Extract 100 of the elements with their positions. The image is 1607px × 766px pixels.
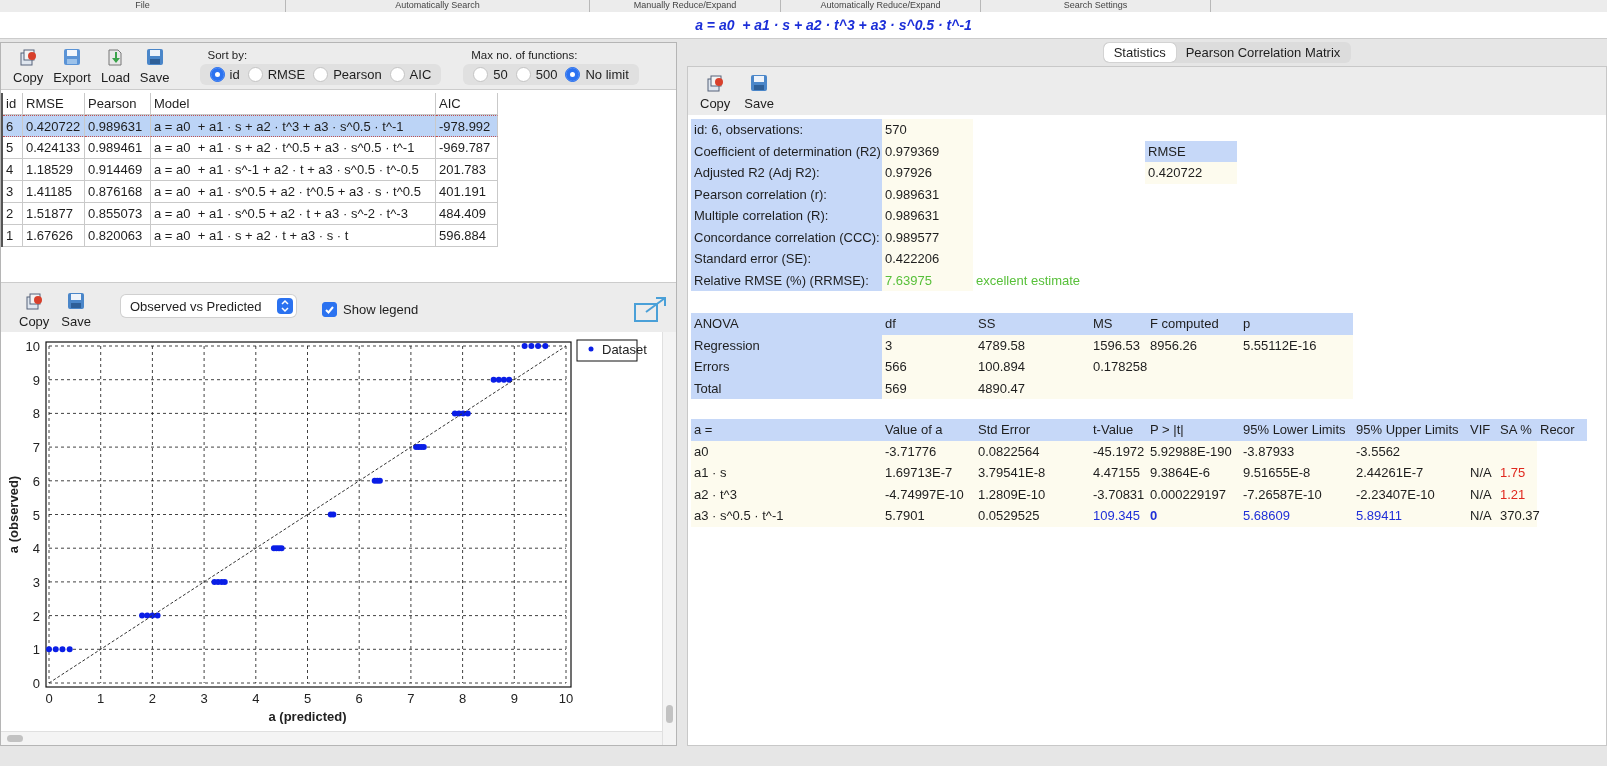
table-cell: 370.37 [1497,505,1537,527]
tick-label: 1 [32,642,40,658]
table-cell: 4789.58 [975,334,1090,356]
column-header: df [882,313,975,335]
table-cell: 1596.53 [1090,334,1147,356]
stat-value: 0.989631 [882,183,973,205]
tick-label: 0 [32,676,40,691]
tick-label: 7 [32,440,40,456]
column-header: a = [691,419,882,441]
table-cell: 5.89411 [1353,505,1467,527]
stat-label: Concordance correlation (CCC): [691,226,882,248]
tick-label: 6 [32,473,40,489]
column-header: Std Error [975,419,1090,441]
tick-label: 5 [303,691,312,706]
stat-note: excellent estimate [975,271,1082,290]
table-cell: 1.69713E-7 [882,462,975,484]
stat-label: id: 6, observations: [691,119,882,141]
column-header: Recor [1537,419,1587,441]
column-header: SA % [1497,419,1537,441]
column-header: Value of a [882,419,975,441]
tick-label: 6 [355,691,363,706]
table-cell: N/A [1467,483,1497,505]
group-label: Max no. of functions: [470,49,579,61]
row-label: a0 [691,440,882,462]
table-cell: N/A [1467,505,1497,527]
legend: Dataset [576,339,647,362]
table-cell: -3.71776 [882,440,975,462]
stat-value: 0.422206 [882,248,973,270]
stat-label: Multiple correlation (R): [691,205,882,227]
tick-label: 3 [32,574,40,590]
stat-value: 0.989631 [882,205,973,227]
column-header: SS [975,313,1090,335]
tick-label: 2 [148,691,156,706]
table-cell: 5.68609 [1240,505,1353,527]
tick-label: 4 [252,691,260,706]
table-cell: 0.178258 [1090,356,1147,378]
tick-label: 10 [558,691,574,706]
tick-label: 2 [32,608,40,624]
table-cell: -4.74997E-10 [882,483,975,505]
tick-label: 5 [32,507,40,523]
column-header: MS [1090,313,1147,335]
tick-label: 4 [32,541,40,557]
table-cell: 569 [882,377,975,399]
table-cell: -3.5562 [1353,440,1467,462]
table-cell: 5.7901 [882,505,975,527]
row-label: a2 · t^3 [691,483,882,505]
table-cell: N/A [1467,462,1497,484]
tick-label: 10 [25,339,40,354]
table-cell: 1.2809E-10 [975,483,1090,505]
table-cell: 3.79541E-8 [975,462,1090,484]
table-cell: 2.44261E-7 [1353,462,1467,484]
table-cell: 9.3864E-6 [1147,462,1240,484]
column-header: P > |t| [1147,419,1240,441]
tick-label: 3 [200,691,208,706]
stat-label: Standard error (SE): [691,248,882,270]
table-cell: 1.75 [1497,462,1537,484]
table-cell: 4890.47 [975,377,1090,399]
tick-label: 1 [97,691,105,706]
row-label: Regression [691,334,882,356]
table-cell: 0 [1147,505,1240,527]
group-label: Sort by: [206,49,249,61]
table-cell: -3.87933 [1240,440,1353,462]
table-cell: 0.0529525 [975,505,1090,527]
column-header: t-Value [1090,419,1147,441]
column-header: 95% Lower Limits [1240,419,1353,441]
table-cell: -45.1972 [1090,440,1147,462]
column-header: F computed [1147,313,1240,335]
tick-label: 0 [45,691,53,706]
tick-label: 9 [510,691,518,706]
table-cell: 1.21 [1497,483,1537,505]
table-cell: 3 [882,334,975,356]
column-header: 95% Upper Limits [1353,419,1467,441]
axis-title: a (observed) [6,475,21,554]
tick-label: 8 [459,691,467,706]
table-cell: 5.92988E-190 [1147,440,1240,462]
stat-label: Pearson correlation (r): [691,183,882,205]
axis-title: a (predicted) [268,709,347,724]
table-cell: -3.70831 [1090,483,1147,505]
tick-label: 8 [32,406,40,422]
stat-value: 0.420722 [1145,162,1237,184]
stat-value: 7.63975 [882,269,973,291]
stat-value: 570 [882,119,973,141]
table-cell: 5.55112E-16 [1240,334,1353,356]
column-header: VIF [1467,419,1497,441]
table-cell: 0.0822564 [975,440,1090,462]
stat-value: 0.97926 [882,162,973,184]
stat-label: Relative RMSE (%) (RRMSE): [691,269,882,291]
table-cell: -2.23407E-10 [1353,483,1467,505]
column-header: ANOVA [691,313,882,335]
tick-label: 9 [32,372,40,388]
row-label: Total [691,377,882,399]
table-cell: -7.26587E-10 [1240,483,1353,505]
table-cell: 109.345 [1090,505,1147,527]
table-cell: 8956.26 [1147,334,1240,356]
table-cell: 0.000229197 [1147,483,1240,505]
table-cell: 566 [882,356,975,378]
stat-label: Adjusted R2 (Adj R2): [691,162,882,184]
stat-value: 0.989577 [882,226,973,248]
table-cell: 9.51655E-8 [1240,462,1353,484]
model-formula: a = a0 + a1 · s + a2 · t^3 + a3 · s^0.5 · t^-1 [695,17,972,33]
